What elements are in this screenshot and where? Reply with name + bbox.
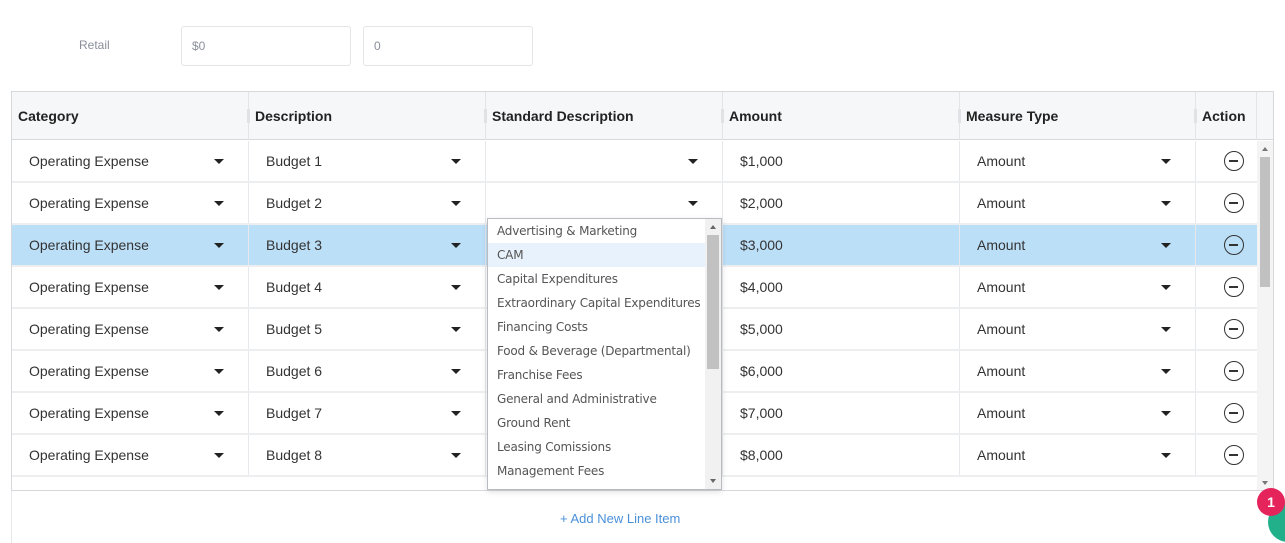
amount-cell[interactable]: $6,000 (723, 351, 960, 391)
remove-row-minus-circle-icon[interactable] (1224, 193, 1244, 213)
category-select[interactable]: Operating Expense (12, 267, 249, 307)
grid-scrollbar[interactable] (1257, 141, 1273, 490)
category-select[interactable]: Operating Expense (12, 393, 249, 433)
scroll-down-icon[interactable] (1262, 481, 1268, 485)
remove-row-minus-circle-icon[interactable] (1224, 445, 1244, 465)
standard-description-select[interactable] (486, 183, 723, 223)
category-select[interactable]: Operating Expense (12, 435, 249, 475)
description-select[interactable]: Budget 1 (249, 141, 486, 181)
scroll-thumb[interactable] (1260, 157, 1270, 287)
measure-type-select[interactable]: Amount (960, 141, 1196, 181)
dropdown-scroll-down-icon[interactable] (710, 479, 716, 483)
remove-row-minus-circle-icon[interactable] (1224, 319, 1244, 339)
retail-count-input[interactable]: 0 (363, 26, 533, 66)
description-select[interactable]: Budget 6 (249, 351, 486, 391)
retail-amount-input[interactable]: $0 (181, 26, 351, 66)
description-select[interactable]: Budget 4 (249, 267, 486, 307)
dropdown-scrollbar[interactable] (705, 219, 721, 489)
dropdown-option[interactable]: Extraordinary Capital Expenditures (488, 291, 705, 315)
dropdown-option[interactable]: Food & Beverage (Departmental) (488, 339, 705, 363)
remove-row-minus-circle-icon[interactable] (1224, 277, 1244, 297)
measure-type-select[interactable]: Amount (960, 225, 1196, 265)
dropdown-scroll-thumb[interactable] (707, 235, 719, 369)
category-select[interactable]: Operating Expense (12, 225, 249, 265)
description-select[interactable]: Budget 2 (249, 183, 486, 223)
amount-cell[interactable]: $4,000 (723, 267, 960, 307)
description-select[interactable]: Budget 3 (249, 225, 486, 265)
scroll-up-icon[interactable] (1262, 147, 1268, 151)
description-select[interactable]: Budget 8 (249, 435, 486, 475)
remove-row-minus-circle-icon[interactable] (1224, 361, 1244, 381)
dropdown-option[interactable]: Franchise Fees (488, 363, 705, 387)
retail-row: Retail $0 0 (0, 0, 1285, 92)
dropdown-scroll-up-icon[interactable] (710, 225, 716, 229)
amount-cell[interactable]: $8,000 (723, 435, 960, 475)
header-standard-description[interactable]: Standard Description (486, 92, 724, 140)
measure-type-select[interactable]: Amount (960, 393, 1196, 433)
dropdown-option[interactable]: Advertising & Marketing (488, 219, 705, 243)
amount-cell[interactable]: $3,000 (723, 225, 960, 265)
retail-label: Retail (79, 38, 110, 52)
category-select[interactable]: Operating Expense (12, 183, 249, 223)
dropdown-option[interactable]: General and Administrative (488, 387, 705, 411)
measure-type-select[interactable]: Amount (960, 267, 1196, 307)
amount-cell[interactable]: $1,000 (723, 141, 960, 181)
dropdown-option[interactable]: CAM (488, 243, 705, 267)
category-select[interactable]: Operating Expense (12, 351, 249, 391)
category-select[interactable]: Operating Expense (12, 309, 249, 349)
add-new-line-item-link[interactable]: + Add New Line Item (560, 511, 680, 526)
standard-description-select[interactable] (486, 141, 723, 181)
amount-cell[interactable]: $5,000 (723, 309, 960, 349)
amount-cell[interactable]: $7,000 (723, 393, 960, 433)
standard-description-dropdown[interactable]: Advertising & Marketing CAM Capital Expend… (487, 218, 722, 490)
header-description[interactable]: Description (249, 92, 487, 140)
dropdown-option[interactable]: Capital Expenditures (488, 267, 705, 291)
header-measure-type[interactable]: Measure Type (960, 92, 1197, 140)
category-select[interactable]: Operating Expense (12, 141, 249, 181)
dropdown-option[interactable]: Ground Rent (488, 411, 705, 435)
remove-row-minus-circle-icon[interactable] (1224, 235, 1244, 255)
description-select[interactable]: Budget 5 (249, 309, 486, 349)
measure-type-select[interactable]: Amount (960, 435, 1196, 475)
grid-header: Category Description Standard Descriptio… (12, 92, 1273, 140)
measure-type-select[interactable]: Amount (960, 183, 1196, 223)
header-amount[interactable]: Amount (723, 92, 961, 140)
dropdown-option[interactable]: Financing Costs (488, 315, 705, 339)
remove-row-minus-circle-icon[interactable] (1224, 403, 1244, 423)
measure-type-select[interactable]: Amount (960, 309, 1196, 349)
amount-cell[interactable]: $2,000 (723, 183, 960, 223)
dropdown-option[interactable]: Management Fees (488, 459, 705, 483)
table-row[interactable]: Operating Expense Budget 1 $1,000 Amount (12, 141, 1257, 183)
measure-type-select[interactable]: Amount (960, 351, 1196, 391)
remove-row-minus-circle-icon[interactable] (1224, 151, 1244, 171)
header-action: Action (1196, 92, 1257, 140)
notification-badge: 1 (1257, 488, 1285, 516)
grid-footer: + Add New Line Item (11, 491, 1274, 543)
header-category[interactable]: Category (12, 92, 250, 140)
dropdown-option[interactable]: Leasing Comissions (488, 435, 705, 459)
description-select[interactable]: Budget 7 (249, 393, 486, 433)
